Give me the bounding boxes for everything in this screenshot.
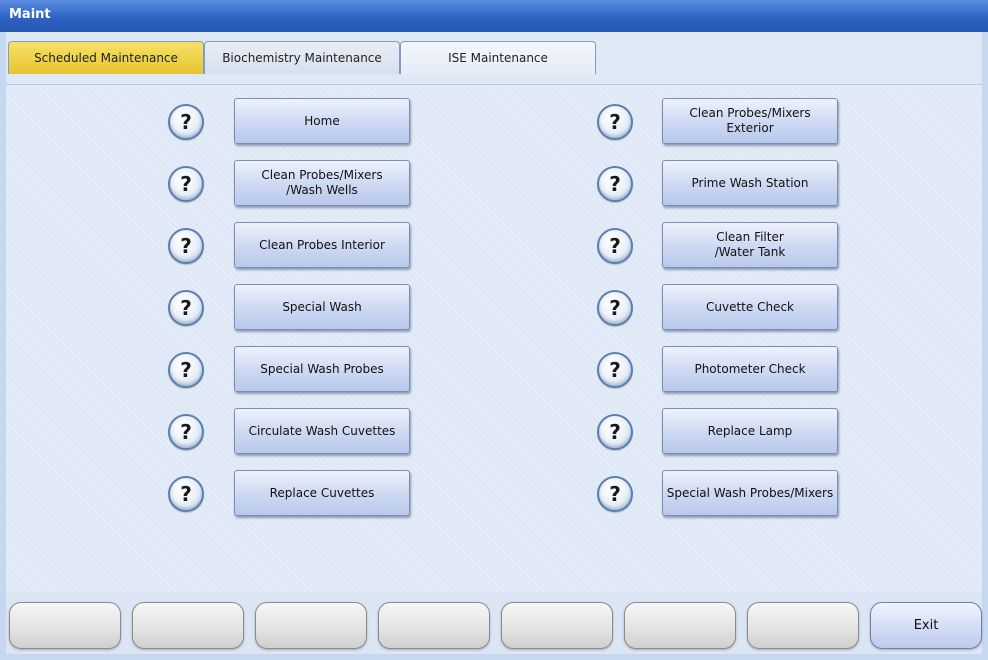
help-clean-probes-mixers-wash-wells-icon[interactable]: ? (168, 166, 204, 202)
title-bar: Maint (0, 0, 988, 32)
help-special-wash-probes-mixers-icon[interactable]: ? (597, 476, 633, 512)
function-key-3[interactable] (255, 602, 367, 649)
help-clean-probes-interior-icon[interactable]: ? (168, 228, 204, 264)
clean-filter-water-tank-button[interactable]: Clean Filter /Water Tank (662, 222, 838, 268)
clean-probes-mixers-wash-wells-button[interactable]: Clean Probes/Mixers /Wash Wells (234, 160, 410, 206)
help-replace-cuvettes-icon[interactable]: ? (168, 476, 204, 512)
cuvette-check-button[interactable]: Cuvette Check (662, 284, 838, 330)
help-clean-filter-water-tank-icon[interactable]: ? (597, 228, 633, 264)
circulate-wash-cuvettes-button[interactable]: Circulate Wash Cuvettes (234, 408, 410, 454)
function-key-bar: Exit (6, 592, 982, 654)
help-replace-lamp-icon[interactable]: ? (597, 414, 633, 450)
help-photometer-check-icon[interactable]: ? (597, 352, 633, 388)
clean-probes-interior-button[interactable]: Clean Probes Interior (234, 222, 410, 268)
help-special-wash-icon[interactable]: ? (168, 290, 204, 326)
function-key-2[interactable] (132, 602, 244, 649)
replace-cuvettes-button[interactable]: Replace Cuvettes (234, 470, 410, 516)
replace-lamp-button[interactable]: Replace Lamp (662, 408, 838, 454)
special-wash-probes-mixers-button[interactable]: Special Wash Probes/Mixers (662, 470, 838, 516)
special-wash-button[interactable]: Special Wash (234, 284, 410, 330)
tab-ise-maintenance[interactable]: ISE Maintenance (400, 41, 596, 74)
help-home-icon[interactable]: ? (168, 104, 204, 140)
window-title: Maint (9, 7, 51, 22)
help-clean-probes-mixers-exterior-icon[interactable]: ? (597, 104, 633, 140)
function-key-4[interactable] (378, 602, 490, 649)
tab-scheduled-maintenance[interactable]: Scheduled Maintenance (8, 41, 204, 74)
prime-wash-station-button[interactable]: Prime Wash Station (662, 160, 838, 206)
help-prime-wash-station-icon[interactable]: ? (597, 166, 633, 202)
help-circulate-wash-cuvettes-icon[interactable]: ? (168, 414, 204, 450)
function-key-5[interactable] (501, 602, 613, 649)
tab-bar: Scheduled Maintenance Biochemistry Maint… (6, 32, 982, 84)
photometer-check-button[interactable]: Photometer Check (662, 346, 838, 392)
exit-button[interactable]: Exit (870, 602, 982, 649)
special-wash-probes-button[interactable]: Special Wash Probes (234, 346, 410, 392)
clean-probes-mixers-exterior-button[interactable]: Clean Probes/Mixers Exterior (662, 98, 838, 144)
function-key-7[interactable] (747, 602, 859, 649)
home-button[interactable]: Home (234, 98, 410, 144)
function-key-6[interactable] (624, 602, 736, 649)
help-cuvette-check-icon[interactable]: ? (597, 290, 633, 326)
maint-window: Maint Scheduled Maintenance Biochemistry… (0, 0, 988, 660)
tab-biochemistry-maintenance[interactable]: Biochemistry Maintenance (204, 41, 400, 74)
function-key-1[interactable] (9, 602, 121, 649)
maintenance-panel: ? Home ? Clean Probes/Mixers /Wash Wells… (6, 84, 982, 593)
help-special-wash-probes-icon[interactable]: ? (168, 352, 204, 388)
